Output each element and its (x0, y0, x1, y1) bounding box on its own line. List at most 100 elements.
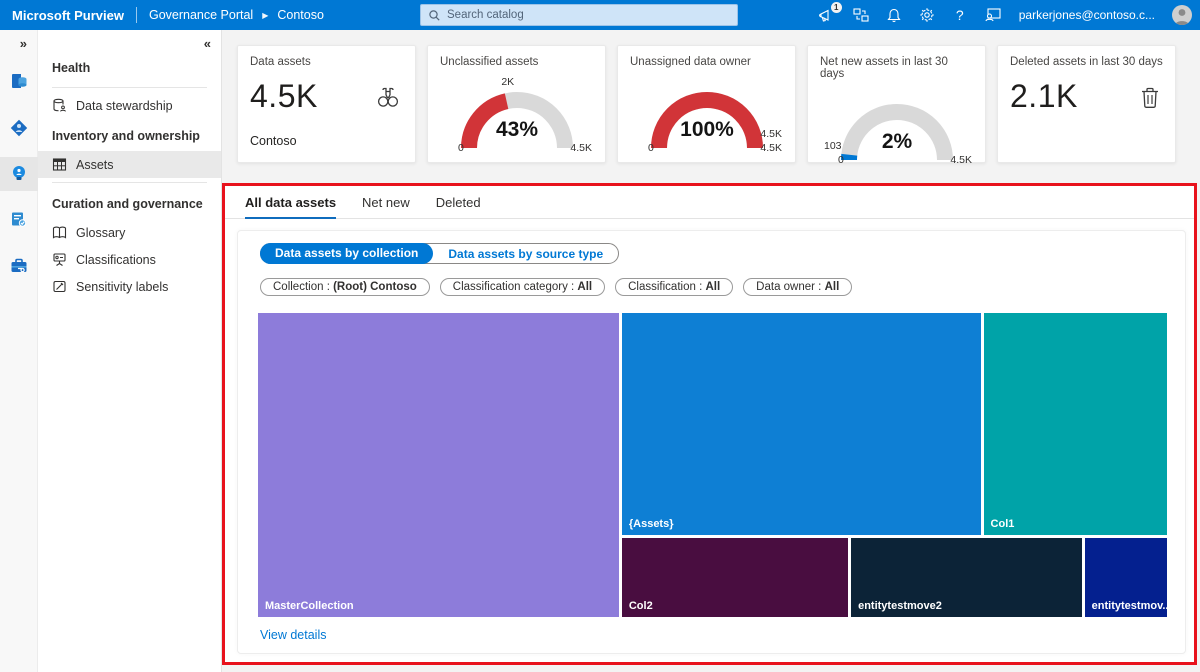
management-icon[interactable] (0, 249, 38, 283)
tile-label: entitytestmov... (1092, 600, 1167, 612)
menu-collapse-icon[interactable]: « (38, 30, 221, 51)
settings-icon[interactable] (918, 6, 936, 24)
treemap-tile-mastercollection[interactable]: MasterCollection (258, 313, 619, 617)
card-title: Deleted assets in last 30 days (1010, 56, 1163, 68)
tab-net-new[interactable]: Net new (362, 195, 410, 218)
card-deleted-assets[interactable]: Deleted assets in last 30 days 2.1K (997, 45, 1176, 163)
breadcrumb-tenant[interactable]: Contoso (277, 8, 324, 22)
insights-icon[interactable] (0, 157, 38, 191)
gauge-unclassified: 43% 2K 0 4.5K (440, 78, 594, 156)
sidebar-item-label: Assets (76, 158, 114, 172)
filter-collection[interactable]: Collection : (Root) Contoso (260, 278, 430, 296)
topbar-divider (136, 7, 137, 23)
help-icon[interactable]: ? (951, 6, 969, 24)
sidebar-item-sensitivity-labels[interactable]: Sensitivity labels (38, 273, 221, 300)
assets-insights-panel: All data assets Net new Deleted Data ass… (222, 183, 1197, 665)
menu-divider (52, 87, 207, 88)
book-icon (52, 225, 67, 240)
sidebar-item-label: Classifications (76, 253, 156, 267)
card-net-new-assets[interactable]: Net new assets in last 30 days 2% 103 0 … (807, 45, 986, 163)
tile-label: MasterCollection (265, 600, 354, 612)
sidebar-item-label: Sensitivity labels (76, 280, 168, 294)
top-app-bar: Microsoft Purview Governance Portal ▶ Co… (0, 0, 1200, 30)
sidebar-item-glossary[interactable]: Glossary (38, 219, 221, 246)
classification-icon (52, 252, 67, 267)
card-data-assets[interactable]: Data assets 4.5K Contoso (237, 45, 416, 163)
gauge-net-new: 2% 103 0 4.5K (820, 90, 974, 168)
tile-label: {Assets} (629, 518, 674, 530)
filter-value: All (705, 281, 720, 293)
table-icon (52, 157, 67, 172)
sidebar-item-classifications[interactable]: Classifications (38, 246, 221, 273)
search-input[interactable]: Search catalog (420, 4, 738, 26)
chart-card: Data assets by collection Data assets by… (237, 230, 1186, 654)
gauge-percent: 43% (440, 118, 594, 142)
filter-label: Classification : (628, 281, 702, 293)
filter-label: Collection : (273, 281, 330, 293)
sidebar-item-data-stewardship[interactable]: Data stewardship (38, 92, 221, 119)
treemap-tile-col2[interactable]: Col2 (622, 538, 848, 617)
treemap-chart: MasterCollection {Assets} Col1 Col2 (258, 313, 1167, 617)
kpi-cards-row: Data assets 4.5K Contoso Unclassified as… (237, 45, 1176, 163)
tile-label: Col1 (991, 518, 1015, 530)
data-catalog-icon[interactable] (0, 65, 38, 99)
nav-rail: » (0, 30, 38, 672)
gauge-max: 4.5K (570, 142, 592, 154)
filter-value: All (825, 281, 840, 293)
avatar[interactable] (1172, 5, 1192, 25)
database-person-icon (52, 98, 67, 113)
search-placeholder: Search catalog (447, 9, 524, 21)
tile-label: Col2 (629, 600, 653, 612)
tab-deleted[interactable]: Deleted (436, 195, 481, 218)
gauge-max: 4.5K (950, 154, 972, 166)
user-email[interactable]: parkerjones@contoso.c... (1019, 8, 1155, 22)
tile-label: entitytestmove2 (858, 600, 942, 612)
toggle-by-collection[interactable]: Data assets by collection (260, 243, 433, 264)
gauge-value-label: 4.5K (760, 128, 782, 140)
card-title: Unclassified assets (440, 56, 593, 68)
card-title: Data assets (250, 56, 403, 68)
treemap-tile-entitytestmove2[interactable]: entitytestmove2 (851, 538, 1082, 617)
menu-header-health: Health (38, 51, 221, 83)
gauge-min: 0 (648, 142, 654, 154)
trash-icon (1139, 86, 1161, 115)
gauge-value-label: 2K (501, 76, 514, 88)
data-map-icon[interactable] (0, 111, 38, 145)
filter-data-owner[interactable]: Data owner : All (743, 278, 852, 296)
rail-expand-icon[interactable]: » (0, 30, 37, 53)
sidebar-item-assets[interactable]: Assets (38, 151, 221, 178)
filter-classification-category[interactable]: Classification category : All (440, 278, 605, 296)
filter-chips: Collection : (Root) Contoso Classificati… (260, 278, 852, 296)
card-unclassified-assets[interactable]: Unclassified assets 43% 2K 0 4.5K (427, 45, 606, 163)
toggle-by-source-type[interactable]: Data assets by source type (433, 244, 618, 264)
tab-all-data-assets[interactable]: All data assets (245, 195, 336, 218)
sensitivity-label-icon (52, 279, 67, 294)
notifications-icon[interactable] (885, 6, 903, 24)
gauge-max: 4.5K (760, 142, 782, 154)
gauge-value-label: 103 (824, 140, 842, 152)
filter-classification[interactable]: Classification : All (615, 278, 733, 296)
menu-header-inventory: Inventory and ownership (38, 119, 221, 151)
app-brand[interactable]: Microsoft Purview (12, 8, 124, 23)
binoculars-icon (375, 86, 401, 115)
filter-label: Data owner : (756, 281, 821, 293)
card-title: Unassigned data owner (630, 56, 783, 68)
card-unassigned-data-owner[interactable]: Unassigned data owner 100% 4.5K 0 4.5K (617, 45, 796, 163)
tab-bar: All data assets Net new Deleted (225, 186, 1194, 219)
data-policy-icon[interactable] (0, 203, 38, 237)
gauge-unassigned-owner: 100% 4.5K 0 4.5K (630, 78, 784, 156)
gauge-min: 0 (838, 154, 844, 166)
gauge-percent: 2% (820, 130, 974, 154)
feedback-icon[interactable] (984, 6, 1002, 24)
tenant-switch-icon[interactable] (852, 6, 870, 24)
treemap-tile-assets[interactable]: {Assets} (622, 313, 981, 535)
breadcrumb-portal[interactable]: Governance Portal (149, 8, 253, 22)
breadcrumb-arrow-icon: ▶ (262, 11, 268, 20)
treemap-tile-entitytestmove[interactable]: entitytestmov... (1085, 538, 1167, 617)
view-details-link[interactable]: View details (260, 628, 326, 642)
treemap-tile-col1[interactable]: Col1 (984, 313, 1167, 535)
announcements-icon[interactable]: 1 (819, 6, 837, 24)
menu-header-curation: Curation and governance (38, 187, 221, 219)
main-content: Data assets 4.5K Contoso Unclassified as… (222, 30, 1200, 672)
chart-mode-toggle: Data assets by collection Data assets by… (260, 243, 619, 264)
